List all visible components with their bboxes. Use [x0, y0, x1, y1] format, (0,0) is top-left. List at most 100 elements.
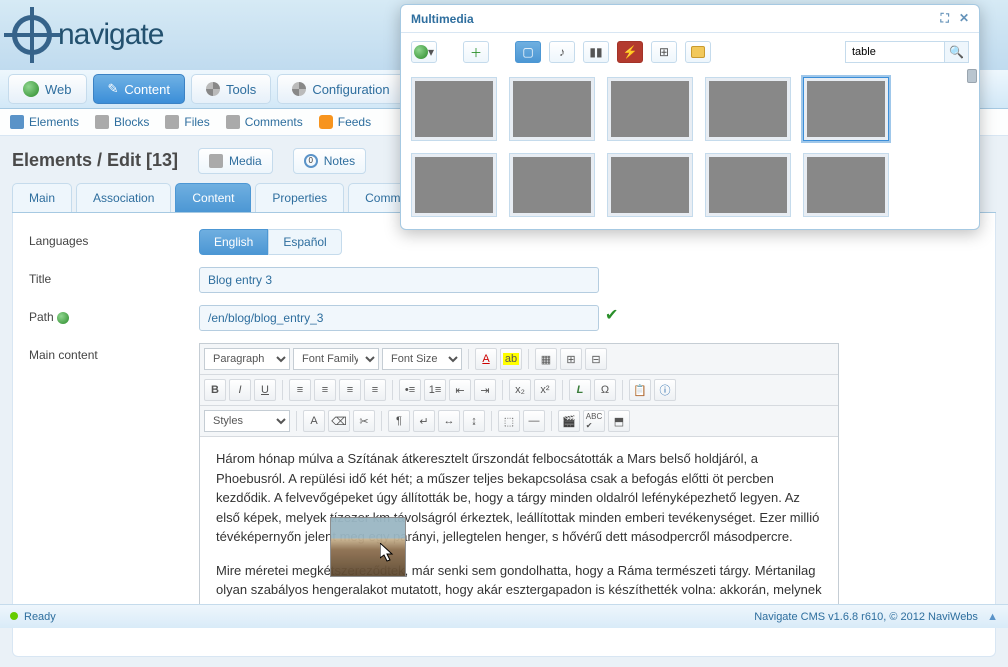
- thumb-1[interactable]: [411, 77, 497, 141]
- subnav-files[interactable]: Files: [165, 115, 209, 129]
- popup-scrollbar-thumb[interactable]: [967, 69, 977, 83]
- multimedia-popup: Multimedia ⛶ ✕ ▾ ＋ ▢ ♪ ▮▮ ⚡ ⊞ 🔍: [400, 4, 980, 230]
- editor-italic[interactable]: I: [229, 379, 251, 401]
- popup-maximize-icon[interactable]: ⛶: [941, 11, 949, 26]
- filter-globe[interactable]: ▾: [411, 41, 437, 63]
- nav-content-label: Content: [124, 82, 170, 97]
- editor-btn-g[interactable]: ↨: [463, 410, 485, 432]
- elements-icon: [10, 115, 24, 129]
- editor-textcolor[interactable]: A: [475, 348, 497, 370]
- logo-wheel-icon: [12, 15, 52, 55]
- editor-sub[interactable]: x₂: [509, 379, 531, 401]
- thumb-2[interactable]: [509, 77, 595, 141]
- tab-properties[interactable]: Properties: [255, 183, 344, 212]
- scroll-top-icon[interactable]: ▲: [987, 611, 998, 623]
- filter-add[interactable]: ＋: [463, 41, 489, 63]
- editor-btn-e[interactable]: ↵: [413, 410, 435, 432]
- nav-content[interactable]: ✎Content: [93, 74, 185, 104]
- editor-ol[interactable]: 1≡: [424, 379, 446, 401]
- filter-audio[interactable]: ♪: [549, 41, 575, 63]
- editor-btn-f[interactable]: ↔: [438, 410, 460, 432]
- editor-body[interactable]: Három hónap múlva a Szítának átkeresztel…: [200, 437, 838, 627]
- version-link[interactable]: Navigate CMS v1.6.8 r610: [754, 611, 883, 623]
- tab-main[interactable]: Main: [12, 183, 72, 212]
- editor-help[interactable]: ⓘ: [654, 379, 676, 401]
- editor-btn-i[interactable]: —: [523, 410, 545, 432]
- nav-config-label: Configuration: [312, 82, 389, 97]
- editor-grid1[interactable]: ⊞: [560, 348, 582, 370]
- editor-table[interactable]: ▦: [535, 348, 557, 370]
- editor-link[interactable]: L: [569, 379, 591, 401]
- tab-association[interactable]: Association: [76, 183, 171, 212]
- copyright-text: , © 2012 NaviWebs: [883, 611, 978, 623]
- subnav-comments[interactable]: Comments: [226, 115, 303, 129]
- editor-align-right[interactable]: ≡: [339, 379, 361, 401]
- globe-icon: [57, 312, 69, 324]
- popup-thumbnail-grid: [401, 71, 979, 229]
- blocks-icon: [95, 115, 109, 129]
- filter-image[interactable]: ▢: [515, 41, 541, 63]
- nav-web[interactable]: Web: [8, 74, 87, 104]
- editor-align-justify[interactable]: ≡: [364, 379, 386, 401]
- path-input[interactable]: [199, 305, 599, 331]
- editor-outdent[interactable]: ⇤: [449, 379, 471, 401]
- editor-bold[interactable]: B: [204, 379, 226, 401]
- editor-paste[interactable]: 📋: [629, 379, 651, 401]
- editor-btn-b[interactable]: ⌫: [328, 410, 350, 432]
- editor-styles-select[interactable]: Styles: [204, 410, 290, 432]
- editor-btn-d[interactable]: ¶: [388, 410, 410, 432]
- thumb-5[interactable]: [803, 77, 889, 141]
- lang-english[interactable]: English: [199, 229, 268, 255]
- thumb-8[interactable]: [607, 153, 693, 217]
- subnav-feeds[interactable]: Feeds: [319, 115, 371, 129]
- comments-icon: [226, 115, 240, 129]
- rss-icon: [319, 115, 333, 129]
- media-button[interactable]: Media: [198, 148, 273, 174]
- editor-btn-j[interactable]: 🎬: [558, 410, 580, 432]
- editor-align-left[interactable]: ≡: [289, 379, 311, 401]
- filter-folder[interactable]: [685, 41, 711, 63]
- popup-search-input[interactable]: [845, 41, 945, 63]
- editor-format-select[interactable]: Paragraph: [204, 348, 290, 370]
- thumb-10[interactable]: [803, 153, 889, 217]
- editor-ul[interactable]: •≡: [399, 379, 421, 401]
- thumb-9[interactable]: [705, 153, 791, 217]
- editor-btn-spell[interactable]: ABC✔: [583, 410, 605, 432]
- thumb-6[interactable]: [411, 153, 497, 217]
- editor-align-center[interactable]: ≡: [314, 379, 336, 401]
- editor-indent[interactable]: ⇥: [474, 379, 496, 401]
- editor-grid2[interactable]: ⊟: [585, 348, 607, 370]
- filter-other[interactable]: ⊞: [651, 41, 677, 63]
- brand-text: navigate: [58, 18, 163, 52]
- editor-bgcolor[interactable]: ab: [500, 348, 522, 370]
- nav-config[interactable]: Configuration: [277, 74, 404, 104]
- lang-spanish[interactable]: Español: [268, 229, 341, 255]
- editor-fontsize-select[interactable]: Font Size: [382, 348, 462, 370]
- tab-content[interactable]: Content: [175, 183, 251, 212]
- thumb-4[interactable]: [705, 77, 791, 141]
- subnav-elements[interactable]: Elements: [10, 115, 79, 129]
- editor-btn-h[interactable]: ⬚: [498, 410, 520, 432]
- filter-flash[interactable]: ⚡: [617, 41, 643, 63]
- nav-tools[interactable]: Tools: [191, 74, 271, 104]
- gear-icon: [206, 82, 220, 96]
- thumb-3[interactable]: [607, 77, 693, 141]
- popup-close-icon[interactable]: ✕: [959, 11, 969, 26]
- popup-search-button[interactable]: 🔍: [945, 41, 969, 63]
- files-icon: [165, 115, 179, 129]
- editor-fontfamily-select[interactable]: Font Family: [293, 348, 379, 370]
- editor-sup[interactable]: x²: [534, 379, 556, 401]
- editor-underline[interactable]: U: [254, 379, 276, 401]
- editor-btn-a[interactable]: A: [303, 410, 325, 432]
- filter-video[interactable]: ▮▮: [583, 41, 609, 63]
- media-icon: [209, 154, 223, 168]
- editor-btn-k[interactable]: ⬒: [608, 410, 630, 432]
- globe-icon: [414, 45, 428, 59]
- thumb-7[interactable]: [509, 153, 595, 217]
- title-input[interactable]: [199, 267, 599, 293]
- editor-btn-c[interactable]: ✂: [353, 410, 375, 432]
- editor-char[interactable]: Ω: [594, 379, 616, 401]
- subnav-blocks[interactable]: Blocks: [95, 115, 149, 129]
- notes-button[interactable]: 0Notes: [293, 148, 366, 174]
- main-content-label: Main content: [29, 343, 199, 362]
